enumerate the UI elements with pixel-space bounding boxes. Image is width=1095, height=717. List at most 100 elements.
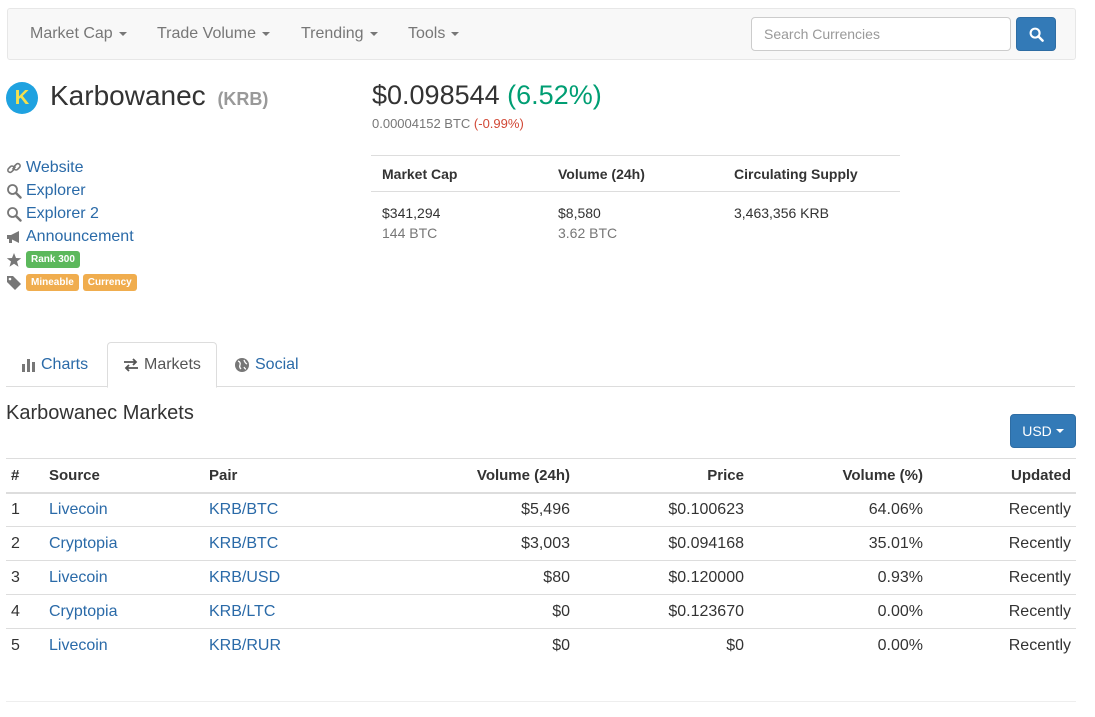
nav-trending[interactable]: Trending <box>301 25 378 43</box>
markets-title: Karbowanec Markets <box>6 402 194 424</box>
tab-markets[interactable]: Markets <box>107 342 217 388</box>
pair-link[interactable]: KRB/BTC <box>209 501 278 518</box>
coin-stats-table: Market Cap Volume (24h) Circulating Supp… <box>371 155 900 252</box>
divider <box>6 701 1076 702</box>
price-display: $0.098544 (6.52%) <box>372 80 602 111</box>
row-volume: $3,003 <box>384 526 575 561</box>
search-button[interactable] <box>1016 17 1056 51</box>
table-row: 3 Livecoin KRB/USD $80 $0.120000 0.93% R… <box>6 560 1076 595</box>
nav-tools[interactable]: Tools <box>408 25 460 43</box>
coin-logo: K <box>6 82 38 114</box>
row-volume-pct: 35.01% <box>749 526 928 561</box>
row-volume: $0 <box>384 628 575 663</box>
coin-logo-letter: K <box>14 86 30 109</box>
caret-down-icon <box>369 31 378 36</box>
row-rank: 1 <box>6 492 44 527</box>
markets-header-row: # Source Pair Volume (24h) Price Volume … <box>6 458 1076 494</box>
table-row: 4 Cryptopia KRB/LTC $0 $0.123670 0.00% R… <box>6 594 1076 629</box>
website-link[interactable]: Website <box>26 159 84 177</box>
row-price: $0.123670 <box>575 594 749 629</box>
search-icon <box>1029 27 1044 42</box>
announcement-link[interactable]: Announcement <box>26 228 134 246</box>
source-link[interactable]: Livecoin <box>49 637 108 654</box>
col-pair[interactable]: Pair <box>204 458 384 494</box>
col-volume-pct[interactable]: Volume (%) <box>749 458 928 494</box>
caret-down-icon <box>1055 429 1064 433</box>
source-link[interactable]: Livecoin <box>49 569 108 586</box>
table-row: 2 Cryptopia KRB/BTC $3,003 $0.094168 35.… <box>6 526 1076 561</box>
markets-table: # Source Pair Volume (24h) Price Volume … <box>6 458 1076 663</box>
pair-link[interactable]: KRB/LTC <box>209 603 275 620</box>
caret-down-icon <box>451 31 460 36</box>
row-volume-pct: 64.06% <box>749 492 928 527</box>
row-price: $0.100623 <box>575 492 749 527</box>
row-volume-pct: 0.00% <box>749 628 928 663</box>
row-updated: Recently <box>928 560 1076 595</box>
tab-markets-label: Markets <box>144 356 201 373</box>
caret-down-icon <box>118 31 127 36</box>
source-link[interactable]: Livecoin <box>49 501 108 518</box>
row-price: $0.120000 <box>575 560 749 595</box>
stats-header-market-cap: Market Cap <box>382 166 458 182</box>
explorer-2-link[interactable]: Explorer 2 <box>26 205 99 223</box>
row-volume-pct: 0.93% <box>749 560 928 595</box>
tab-charts[interactable]: Charts <box>6 342 103 387</box>
tag-badge: Mineable <box>26 274 79 291</box>
btc-change: (-0.99%) <box>473 116 524 131</box>
col-volume[interactable]: Volume (24h) <box>384 458 575 494</box>
price-usd: $0.098544 <box>372 80 500 110</box>
row-volume: $5,496 <box>384 492 575 527</box>
col-rank[interactable]: # <box>6 458 44 494</box>
nav-trade-volume[interactable]: Trade Volume <box>157 25 271 43</box>
price-change: (6.52%) <box>507 80 602 110</box>
currency-dropdown-button[interactable]: USD <box>1010 414 1076 448</box>
caret-down-icon <box>262 31 271 36</box>
table-row: 5 Livecoin KRB/RUR $0 $0 0.00% Recently <box>6 628 1076 663</box>
row-price: $0.094168 <box>575 526 749 561</box>
volume-usd: $8,580 <box>558 205 601 221</box>
pair-link[interactable]: KRB/RUR <box>209 637 281 654</box>
tab-social[interactable]: Social <box>219 342 314 387</box>
search-input[interactable] <box>751 17 1011 51</box>
search-icon <box>7 183 22 199</box>
coin-title: Karbowanec (KRB) <box>50 80 268 112</box>
pair-link[interactable]: KRB/USD <box>209 569 280 586</box>
nav-market-cap[interactable]: Market Cap <box>30 25 127 43</box>
row-updated: Recently <box>928 526 1076 561</box>
exchange-icon <box>124 358 138 372</box>
explorer-link[interactable]: Explorer <box>26 182 86 200</box>
coin-links: Website Explorer Explorer 2 Announcement… <box>6 156 137 294</box>
tag-badge: Currency <box>82 274 137 291</box>
row-volume: $0 <box>384 594 575 629</box>
circulating-supply: 3,463,356 KRB <box>734 205 829 221</box>
row-updated: Recently <box>928 492 1076 527</box>
row-rank: 3 <box>6 560 44 595</box>
market-cap-btc: 144 BTC <box>382 225 438 241</box>
row-price: $0 <box>575 628 749 663</box>
nav-tools-label: Tools <box>408 25 446 42</box>
tab-charts-label: Charts <box>41 355 89 373</box>
source-link[interactable]: Cryptopia <box>49 603 117 620</box>
col-source[interactable]: Source <box>44 458 204 494</box>
price-btc: 0.00004152 BTC <box>372 116 471 131</box>
source-link[interactable]: Cryptopia <box>49 535 117 552</box>
pair-link[interactable]: KRB/BTC <box>209 535 278 552</box>
currency-label: USD <box>1022 423 1052 439</box>
star-icon <box>6 252 22 267</box>
row-rank: 4 <box>6 594 44 629</box>
link-icon <box>7 162 21 173</box>
nav-trade-volume-label: Trade Volume <box>157 25 257 42</box>
globe-icon <box>235 357 249 372</box>
row-rank: 5 <box>6 628 44 663</box>
volume-btc: 3.62 BTC <box>558 225 618 241</box>
top-navbar: Market Cap Trade Volume Trending Tools <box>7 8 1076 60</box>
col-price[interactable]: Price <box>575 458 749 494</box>
nav-trending-label: Trending <box>301 25 364 42</box>
row-rank: 2 <box>6 526 44 561</box>
bullhorn-icon <box>7 230 19 243</box>
col-updated[interactable]: Updated <box>928 458 1076 494</box>
coin-name: Karbowanec <box>50 80 206 111</box>
row-volume: $80 <box>384 560 575 595</box>
tab-social-label: Social <box>255 355 299 373</box>
btc-price-line: 0.00004152 BTC (-0.99%) <box>372 116 524 131</box>
